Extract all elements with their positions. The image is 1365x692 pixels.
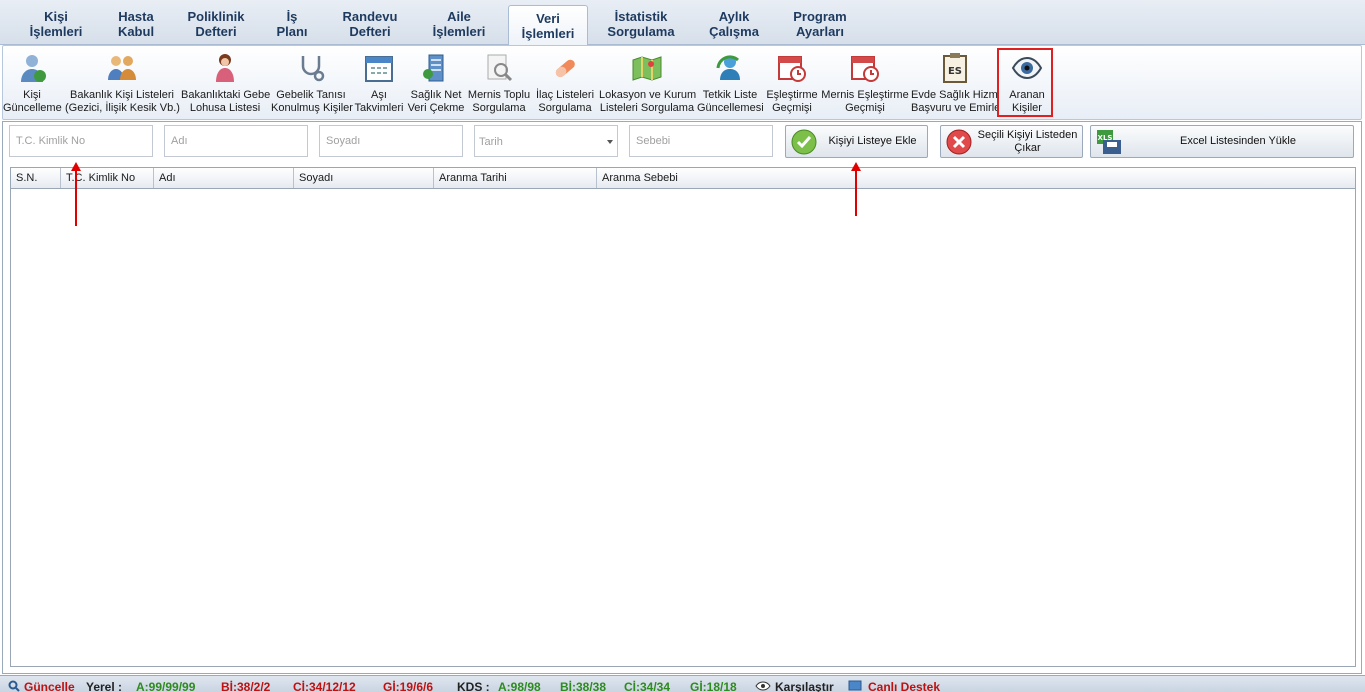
- tab-is-plani[interactable]: İş Planı: [262, 5, 322, 43]
- name-input[interactable]: [164, 125, 308, 157]
- ribbon-gebelik-tanisi[interactable]: Gebelik Tanısı Konulmuş Kişiler: [271, 46, 353, 119]
- highlight-frame: [997, 48, 1053, 117]
- pill-icon: [555, 59, 575, 78]
- ribbon-gebe-lohusa-listesi[interactable]: Bakanlıktaki Gebe Lohusa Listesi: [181, 46, 270, 119]
- excel-load-button[interactable]: XLS Excel Listesinden Yükle: [1090, 125, 1354, 158]
- status-compare-link[interactable]: Karşılaştır: [775, 680, 834, 692]
- date-select[interactable]: Tarih: [474, 125, 618, 157]
- svg-text:ES: ES: [948, 66, 962, 77]
- ribbon-mernis-toplu-sorgulama[interactable]: Mernis Toplu Sorgulama: [467, 46, 531, 119]
- tab-aylik-calisma[interactable]: Aylık Çalışma: [696, 5, 772, 43]
- grid-header: S.N. T.C. Kimlik No Adı Soyadı Aranma Ta…: [10, 167, 1356, 189]
- close-icon: [946, 129, 972, 155]
- column-header-sn[interactable]: S.N.: [11, 168, 61, 188]
- calendar-icon: [365, 56, 393, 82]
- remove-selected-button[interactable]: Seçili Kişiyi Listeden Çıkar: [940, 125, 1083, 158]
- status-kds-a: A:98/98: [498, 680, 541, 692]
- chat-icon: [848, 680, 862, 691]
- annotation-arrow-add: [851, 162, 861, 216]
- tab-veri-islemleri[interactable]: Veri İşlemleri: [508, 5, 588, 45]
- tab-program-ayarlari[interactable]: Program Ayarları: [782, 5, 858, 43]
- annotation-arrow-tc: [71, 162, 81, 226]
- tab-aile-islemleri[interactable]: Aile İşlemleri: [420, 5, 498, 43]
- grid-body[interactable]: [10, 189, 1356, 667]
- ribbon-saglik-net-veri-cekme[interactable]: Sağlık Net Veri Çekme: [407, 46, 465, 119]
- column-header-date[interactable]: Aranma Tarihi: [434, 168, 597, 188]
- tab-kisi-islemleri[interactable]: Kişi İşlemleri: [14, 5, 98, 43]
- ribbon-tetkik-liste[interactable]: Tetkik Liste Güncellemesi: [697, 46, 764, 119]
- clipboard-es-icon: ES: [943, 53, 967, 83]
- calendar-clock-icon: [851, 56, 879, 82]
- reason-input[interactable]: [629, 125, 773, 157]
- tab-hasta-kabul[interactable]: Hasta Kabul: [104, 5, 168, 43]
- people-icon: [108, 56, 136, 80]
- ribbon-toolbar: Kişi Güncelleme Bakanlık Kişi Listeleri (G…: [2, 45, 1362, 120]
- ribbon-asi-takvimleri[interactable]: Aşı Takvimleri: [353, 46, 405, 119]
- column-header-surname[interactable]: Soyadı: [294, 168, 434, 188]
- status-kds-c: Cİ:34/34: [624, 680, 671, 692]
- server-icon: [423, 54, 444, 82]
- eye-icon: [755, 681, 771, 691]
- woman-icon: [216, 54, 234, 82]
- status-kds-b: Bİ:38/38: [560, 680, 607, 692]
- chevron-down-icon: [607, 140, 613, 144]
- tab-istatistik-sorgulama[interactable]: İstatistik Sorgulama: [598, 5, 684, 43]
- add-to-list-button[interactable]: Kişiyi Listeye Ekle: [785, 125, 928, 158]
- status-bar: Güncelle Yerel : A:99/99/99 Bİ:38/2/2 Cİ…: [0, 675, 1365, 692]
- status-kds-g: Gİ:18/18: [690, 680, 737, 692]
- ribbon-mernis-eslestirme-gecmisi[interactable]: Mernis Eşleştirme Geçmişi: [821, 46, 909, 119]
- refresh-person-icon: [716, 55, 740, 80]
- status-kds-label: KDS :: [457, 680, 490, 692]
- status-local-g: Gİ:19/6/6: [383, 680, 434, 692]
- search-document-icon: [487, 54, 513, 82]
- ribbon-eslestirme-gecmisi[interactable]: Eşleştirme Geçmişi: [765, 46, 819, 119]
- person-update-icon: [21, 55, 46, 82]
- ribbon-kisi-guncelleme[interactable]: Kişi Güncelleme: [3, 46, 62, 119]
- surname-input[interactable]: [319, 125, 463, 157]
- ribbon-ilac-listeleri[interactable]: İlaç Listeleri Sorgulama: [533, 46, 597, 119]
- column-header-reason[interactable]: Aranma Sebebi: [597, 168, 1355, 188]
- status-local-label: Yerel :: [86, 680, 123, 692]
- status-local-c: Cİ:34/12/12: [293, 680, 356, 692]
- tc-kimlik-input[interactable]: [9, 125, 153, 157]
- stethoscope-icon: [301, 56, 325, 82]
- search-icon[interactable]: [8, 680, 20, 692]
- main-tab-bar: Kişi İşlemleri Hasta Kabul Poliklinik Defte…: [0, 0, 1365, 45]
- status-update-link[interactable]: Güncelle: [24, 680, 75, 692]
- ribbon-evde-saglik[interactable]: ES Evde Sağlık Hizmet Başvuru ve Emirler: [911, 46, 999, 119]
- tab-randevu-defteri[interactable]: Randevu Defteri: [330, 5, 410, 43]
- status-support-link[interactable]: Canlı Destek: [868, 680, 940, 692]
- column-header-name[interactable]: Adı: [154, 168, 294, 188]
- check-icon: [791, 129, 817, 155]
- ribbon-lokasyon-kurum[interactable]: Lokasyon ve Kurum Listeleri Sorgulama: [599, 46, 696, 119]
- map-icon: [632, 56, 662, 81]
- tab-poliklinik-defteri[interactable]: Poliklinik Defteri: [176, 5, 256, 43]
- calendar-clock-icon: [778, 56, 806, 82]
- status-local-a: A:99/99/99: [136, 680, 196, 692]
- excel-file-icon: XLS: [1097, 130, 1121, 154]
- status-local-b: Bİ:38/2/2: [221, 680, 271, 692]
- ribbon-bakanlik-kisi-listeleri[interactable]: Bakanlık Kişi Listeleri (Gezici, İlişik K…: [65, 46, 180, 119]
